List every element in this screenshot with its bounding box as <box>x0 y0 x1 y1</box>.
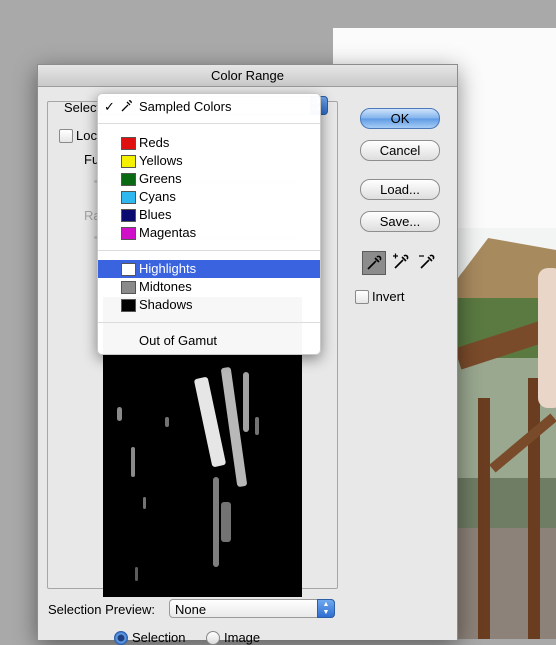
invert-label: Invert <box>372 289 405 304</box>
selection-radio[interactable] <box>114 631 128 645</box>
invert-checkbox[interactable] <box>355 290 369 304</box>
menu-item-yellows[interactable]: Yellows <box>98 152 320 170</box>
swatch-icon <box>121 281 136 294</box>
swatch-icon <box>121 191 136 204</box>
ok-button[interactable]: OK <box>360 108 440 129</box>
swatch-icon <box>121 299 136 312</box>
menu-item-magentas[interactable]: Magentas <box>98 224 320 242</box>
swatch-icon <box>121 173 136 186</box>
localized-clusters-checkbox[interactable] <box>59 129 73 143</box>
eyedropper-plus-icon[interactable] <box>390 251 412 273</box>
menu-item-blues[interactable]: Blues <box>98 206 320 224</box>
menu-item-cyans[interactable]: Cyans <box>98 188 320 206</box>
select-popup-menu: ✓ Sampled Colors Reds Yellows Greens Cya… <box>97 93 321 355</box>
menu-item-midtones[interactable]: Midtones <box>98 278 320 296</box>
eyedropper-minus-icon[interactable] <box>416 251 438 273</box>
load-button[interactable]: Load... <box>360 179 440 200</box>
selection-preview-select[interactable]: None ▲ ▼ <box>169 599 335 618</box>
cancel-button[interactable]: Cancel <box>360 140 440 161</box>
select-label: Select <box>64 100 101 115</box>
selection-preview-value: None <box>175 602 207 617</box>
swatch-icon <box>121 263 136 276</box>
selection-radio-label: Selection <box>132 630 186 645</box>
menu-item-sampled-colors[interactable]: ✓ Sampled Colors <box>98 98 320 116</box>
select-arrows-icon: ▲▼ <box>317 599 335 618</box>
eyedropper-icon <box>120 98 134 119</box>
swatch-icon <box>121 227 136 240</box>
swatch-icon <box>121 209 136 222</box>
menu-item-highlights[interactable]: Highlights <box>98 260 320 278</box>
localized-clusters-label: Loc <box>76 128 97 143</box>
swatch-icon <box>121 137 136 150</box>
menu-item-shadows[interactable]: Shadows <box>98 296 320 314</box>
menu-item-reds[interactable]: Reds <box>98 134 320 152</box>
checkmark-icon: ✓ <box>104 99 115 114</box>
save-button[interactable]: Save... <box>360 211 440 232</box>
image-radio[interactable] <box>206 631 220 645</box>
eyedropper-icon[interactable] <box>362 251 386 275</box>
selection-preview-label: Selection Preview: <box>48 602 155 617</box>
image-radio-label: Image <box>224 630 261 645</box>
dialog-title: Color Range <box>38 65 457 87</box>
menu-item-out-of-gamut[interactable]: Out of Gamut <box>98 332 320 350</box>
menu-item-greens[interactable]: Greens <box>98 170 320 188</box>
swatch-icon <box>121 155 136 168</box>
